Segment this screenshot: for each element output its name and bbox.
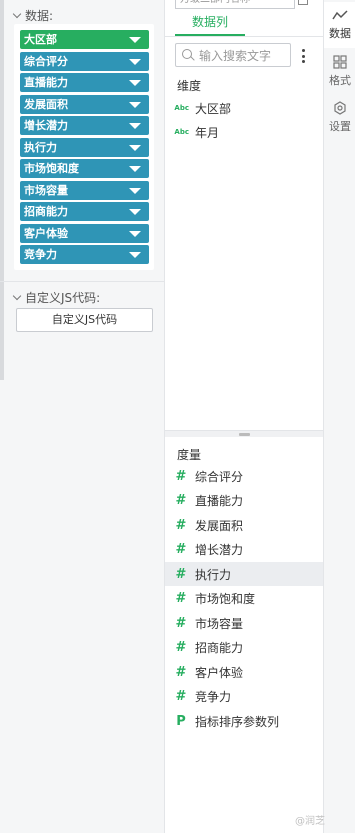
custom-js-label: 自定义JS代码:: [25, 291, 101, 305]
gear-icon: [334, 100, 346, 115]
measure-field[interactable]: # 客户体验: [165, 660, 323, 684]
dimension-field[interactable]: Abc 大区部: [165, 96, 323, 120]
dimension-group-title: 维度: [177, 79, 202, 93]
data-section-label: 数据:: [25, 9, 54, 23]
dataset-edit-icon[interactable]: [298, 0, 308, 5]
search-input[interactable]: 输入搜索文字: [199, 47, 271, 64]
chevron-down-icon: [12, 291, 22, 301]
line-chart-icon: [332, 9, 348, 19]
dropdown-arrow-icon[interactable]: [129, 187, 141, 194]
number-type-icon: #: [175, 542, 187, 557]
measure-field[interactable]: # 综合评分: [165, 464, 323, 488]
data-field-chip[interactable]: 执行力: [20, 137, 149, 157]
data-field-chip[interactable]: 客户体验: [20, 223, 149, 243]
data-field-chip[interactable]: 市场容量: [20, 180, 149, 200]
parameter-type-icon: P: [176, 713, 186, 729]
data-field-chip[interactable]: 直播能力: [20, 73, 149, 92]
dropdown-arrow-icon[interactable]: [129, 80, 141, 86]
chevron-down-icon: [12, 9, 22, 19]
measure-field[interactable]: # 竞争力: [165, 685, 323, 709]
watermark: @润芝: [295, 816, 325, 827]
measure-field[interactable]: # 增长潜力: [165, 538, 323, 562]
number-type-icon: #: [175, 640, 187, 655]
number-type-icon: #: [175, 468, 187, 484]
custom-js-section-header[interactable]: 自定义JS代码:: [12, 289, 101, 306]
data-section-header[interactable]: 数据:: [12, 7, 54, 24]
tab-data-columns[interactable]: 数据列: [175, 12, 245, 36]
dropdown-arrow-icon[interactable]: [129, 37, 141, 43]
more-options-icon[interactable]: [301, 49, 305, 63]
measure-group-title: 度量: [177, 448, 202, 462]
panel-scrollbar[interactable]: [0, 0, 4, 380]
dropdown-arrow-icon[interactable]: [129, 230, 141, 237]
config-panel: 数据: 大区部 综合评分 直播能力 发展面积 增长潜力 执行力 市场饱和度 市场…: [0, 0, 165, 833]
right-tab-bar: 数据 格式 设置: [323, 0, 355, 833]
data-field-chip[interactable]: 大区部: [20, 30, 149, 49]
tab-underline: [165, 36, 323, 37]
data-field-chip[interactable]: 增长潜力: [20, 116, 149, 135]
number-type-icon: #: [175, 493, 187, 508]
grid-icon: [333, 54, 347, 69]
measure-field[interactable]: # 发展面积: [165, 513, 323, 537]
measure-field-selected[interactable]: # 执行力: [165, 562, 323, 586]
dropdown-arrow-icon[interactable]: [129, 144, 141, 151]
custom-js-button[interactable]: 自定义JS代码: [16, 308, 153, 332]
tab-settings[interactable]: 设置: [324, 94, 355, 140]
number-type-icon: #: [175, 517, 187, 533]
dropdown-arrow-icon[interactable]: [129, 209, 141, 215]
measure-field[interactable]: # 市场容量: [165, 611, 323, 635]
number-type-icon: #: [175, 615, 187, 631]
fields-panel: 万级二部门名称 数据列 输入搜索文字 维度 Abc 大区部 Abc 年月 度量 …: [165, 0, 323, 833]
dropdown-arrow-icon[interactable]: [129, 123, 141, 129]
number-type-icon: #: [175, 664, 187, 680]
data-field-chip[interactable]: 竞争力: [20, 245, 149, 264]
measure-field[interactable]: # 招商能力: [165, 636, 323, 660]
tab-format[interactable]: 格式: [324, 48, 355, 94]
report-editor: 数据: 大区部 综合评分 直播能力 发展面积 增长潜力 执行力 市场饱和度 市场…: [0, 0, 355, 833]
data-fields-box: 大区部 综合评分 直播能力 发展面积 增长潜力 执行力 市场饱和度 市场容量 招…: [14, 24, 154, 270]
parameter-field[interactable]: P 指标排序参数列: [165, 709, 323, 733]
measure-field[interactable]: # 市场饱和度: [165, 587, 323, 611]
drag-handle-icon[interactable]: [239, 433, 250, 436]
number-type-icon: #: [175, 566, 187, 582]
dropdown-arrow-icon[interactable]: [129, 58, 141, 65]
data-field-chip[interactable]: 发展面积: [20, 94, 149, 114]
dataset-select[interactable]: 万级二部门名称: [175, 0, 295, 9]
dropdown-arrow-icon[interactable]: [129, 166, 141, 172]
search-icon: [182, 49, 194, 61]
data-field-chip[interactable]: 招商能力: [20, 202, 149, 221]
field-search[interactable]: 输入搜索文字: [175, 43, 291, 67]
dropdown-arrow-icon[interactable]: [129, 252, 141, 258]
data-field-chip[interactable]: 综合评分: [20, 51, 149, 71]
number-type-icon: #: [175, 689, 187, 704]
dimension-field[interactable]: Abc 年月: [165, 120, 323, 144]
section-divider: [0, 281, 165, 282]
tab-data[interactable]: 数据: [324, 2, 355, 48]
text-type-icon: Abc: [174, 104, 189, 112]
measure-field[interactable]: # 直播能力: [165, 489, 323, 513]
dropdown-arrow-icon[interactable]: [129, 101, 141, 108]
number-type-icon: #: [175, 591, 187, 606]
data-field-chip[interactable]: 市场饱和度: [20, 159, 149, 178]
panel-splitter[interactable]: [165, 430, 323, 437]
text-type-icon: Abc: [174, 128, 189, 136]
